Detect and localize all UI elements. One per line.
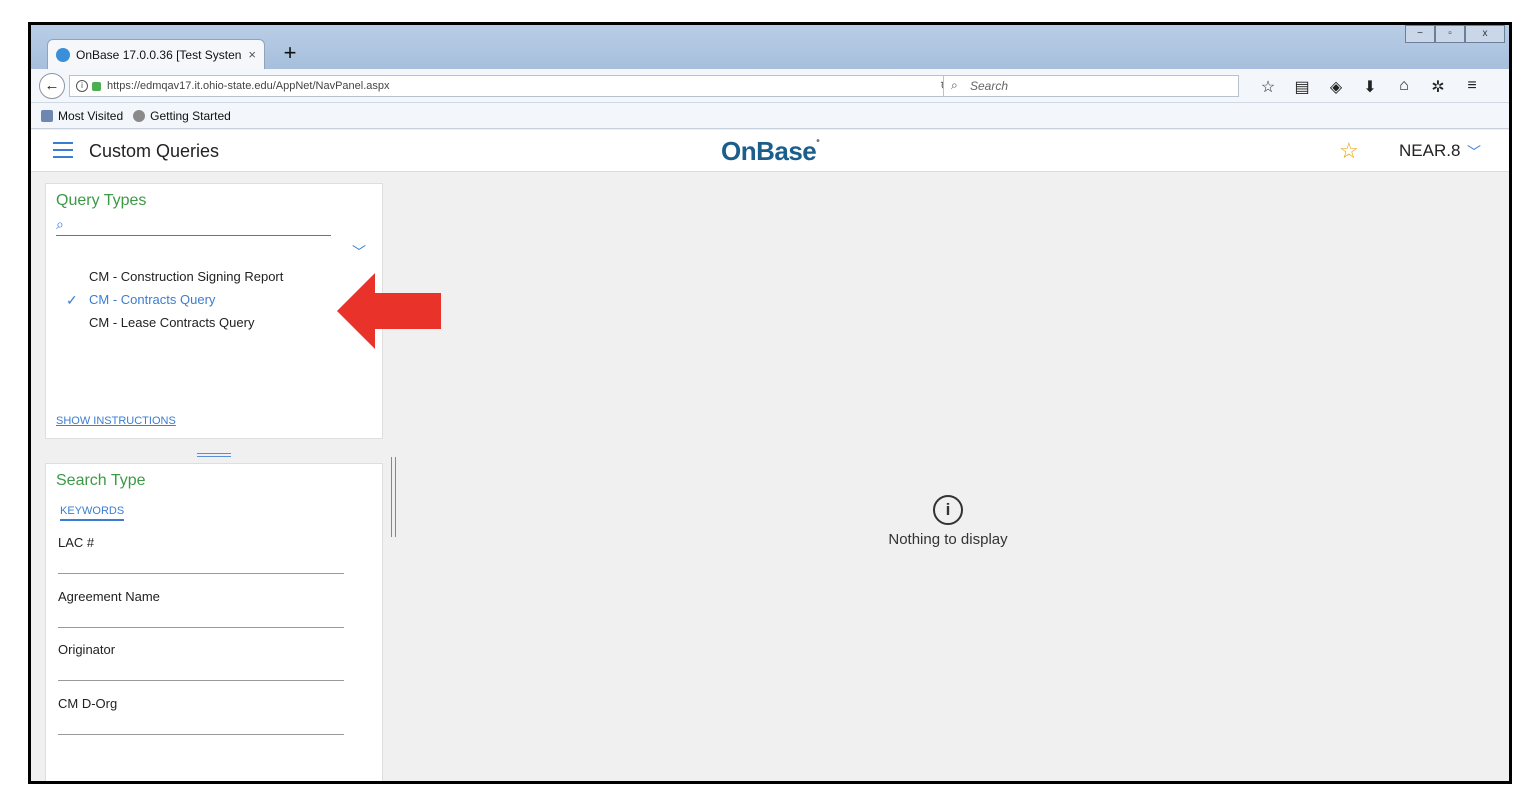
browser-toolbar: ☆ ▤ ◈ ⬇ ⌂ ✲ ≡: [1251, 77, 1489, 97]
search-type-title: Search Type: [56, 472, 146, 489]
info-icon: i: [933, 495, 963, 525]
search-placeholder: Search: [970, 79, 1009, 93]
query-list: CM - Construction Signing Report ✓ CM - …: [58, 268, 368, 337]
query-item-construction-signing-report[interactable]: CM - Construction Signing Report: [58, 268, 368, 291]
navigation-bar: ← i https://edmqav17.it.ohio-state.edu/A…: [31, 69, 1509, 103]
back-button[interactable]: ←: [39, 73, 65, 99]
folder-icon: [41, 109, 53, 122]
field-label: LAC #: [58, 535, 95, 550]
bookmark-most-visited[interactable]: Most Visited: [41, 109, 123, 123]
bookmark-label: Most Visited: [58, 108, 124, 123]
panel-resize-handle[interactable]: [197, 453, 231, 457]
tab-title: OnBase 17.0.0.36 [Test Systen: [76, 47, 242, 62]
bookmark-label: Getting Started: [150, 108, 231, 123]
query-types-panel: Query Types ⌕ ﹀ CM - Construction Signin…: [45, 183, 383, 439]
reader-view-icon[interactable]: ▤: [1285, 77, 1319, 97]
query-item-contracts-query[interactable]: ✓ CM - Contracts Query: [58, 291, 368, 314]
query-item-lease-contracts-query[interactable]: CM - Lease Contracts Query: [58, 314, 368, 337]
title-bar: OnBase 17.0.0.36 [Test Systen × + − ▫ x: [31, 25, 1509, 69]
page-title: Custom Queries: [89, 141, 220, 161]
query-item-label: CM - Construction Signing Report: [89, 269, 284, 284]
tab-keywords[interactable]: KEYWORDS: [60, 505, 125, 521]
agreement-name-field[interactable]: Agreement Name: [58, 588, 344, 628]
onbase-logo: OnBase•: [721, 136, 820, 166]
new-tab-button[interactable]: +: [277, 39, 303, 67]
cm-d-org-field[interactable]: CM D-Org: [58, 695, 344, 735]
pocket-icon[interactable]: ◈: [1319, 77, 1353, 97]
extension-icon[interactable]: ✲: [1421, 77, 1455, 97]
bookmarks-bar: Most Visited Getting Started: [31, 103, 1509, 129]
logo-text: OnBase: [721, 136, 817, 166]
home-icon[interactable]: ⌂: [1387, 77, 1421, 97]
minimize-button[interactable]: −: [1405, 25, 1435, 43]
field-label: CM D-Org: [58, 696, 118, 711]
bookmark-star-icon[interactable]: ☆: [1251, 77, 1285, 97]
window-controls: − ▫ x: [1405, 25, 1505, 43]
originator-field[interactable]: Originator: [58, 641, 344, 681]
app-header: Custom Queries OnBase• ☆ NEAR.8 ﹀: [31, 130, 1509, 172]
user-menu[interactable]: NEAR.8: [1399, 141, 1460, 161]
show-instructions-link[interactable]: SHOW INSTRUCTIONS: [56, 415, 176, 427]
checkmark-icon: ✓: [66, 292, 78, 308]
search-icon: ⌕: [951, 78, 958, 92]
favorites-star-icon[interactable]: ☆: [1339, 138, 1359, 164]
empty-state-message: Nothing to display: [888, 531, 1008, 548]
globe-icon: [56, 47, 70, 62]
annotation-arrow-icon: [337, 273, 441, 349]
url-text: https://edmqav17.it.ohio-state.edu/AppNe…: [107, 80, 390, 92]
chevron-down-icon[interactable]: ﹀: [352, 242, 366, 262]
download-icon[interactable]: ⬇: [1353, 77, 1387, 97]
url-bar[interactable]: i https://edmqav17.it.ohio-state.edu/App…: [69, 75, 959, 97]
browser-window: OnBase 17.0.0.36 [Test Systen × + − ▫ x …: [28, 22, 1512, 784]
browser-tab[interactable]: OnBase 17.0.0.36 [Test Systen ×: [47, 39, 265, 69]
browser-search-input[interactable]: ⌕ Search: [943, 75, 1239, 97]
query-types-title: Query Types: [56, 192, 147, 209]
globe-icon: [133, 109, 146, 122]
query-item-label: CM - Contracts Query: [89, 292, 216, 307]
query-item-label: CM - Lease Contracts Query: [89, 315, 255, 330]
search-icon: ⌕: [56, 216, 64, 232]
field-label: Originator: [58, 642, 116, 657]
search-type-panel: Search Type KEYWORDS LAC # Agreement Nam…: [45, 463, 383, 781]
lock-icon: [92, 81, 101, 91]
lac-number-field[interactable]: LAC #: [58, 534, 344, 574]
query-search-input[interactable]: ⌕: [56, 216, 331, 236]
field-label: Agreement Name: [58, 589, 160, 604]
chevron-down-icon[interactable]: ﹀: [1467, 142, 1481, 162]
tab-close-button[interactable]: ×: [248, 47, 256, 62]
info-icon[interactable]: i: [76, 80, 88, 92]
results-area: i Nothing to display: [391, 173, 1509, 781]
hamburger-menu-icon[interactable]: [53, 142, 73, 158]
maximize-button[interactable]: ▫: [1435, 25, 1465, 43]
bookmark-getting-started[interactable]: Getting Started: [133, 109, 231, 123]
close-window-button[interactable]: x: [1465, 25, 1505, 43]
browser-menu-icon[interactable]: ≡: [1455, 77, 1489, 97]
